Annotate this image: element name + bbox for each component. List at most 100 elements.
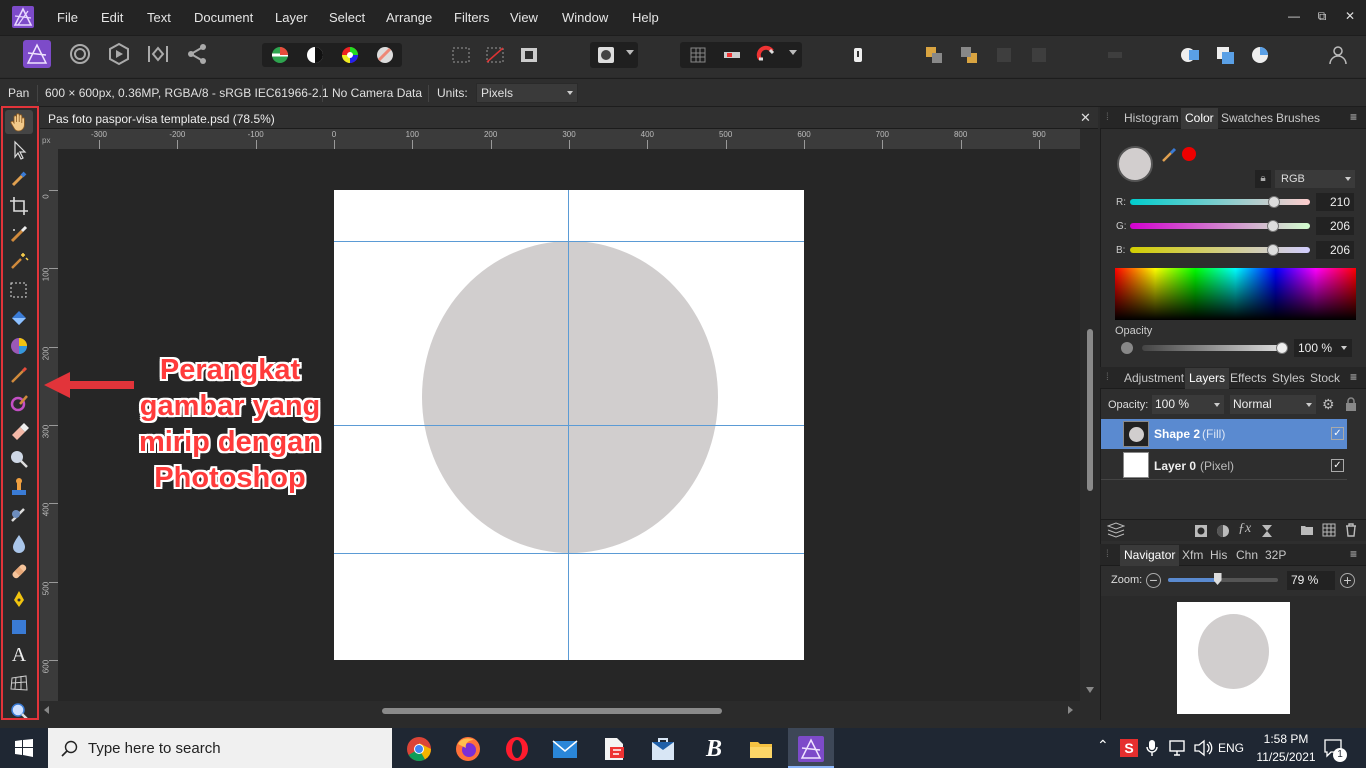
- tab-brushes[interactable]: Brushes: [1276, 111, 1320, 125]
- zoom-in-icon[interactable]: +: [1340, 573, 1355, 588]
- minimize-button[interactable]: —: [1280, 0, 1308, 35]
- file-explorer-icon[interactable]: [748, 736, 774, 762]
- tab-channels[interactable]: Chn: [1236, 548, 1258, 562]
- b-app-icon[interactable]: B: [701, 736, 727, 762]
- layer-row-layer-0[interactable]: Layer 0 (Pixel) ✓: [1101, 450, 1347, 480]
- color-spectrum[interactable]: [1115, 268, 1356, 320]
- guide-horizontal[interactable]: [334, 241, 804, 242]
- microphone-icon[interactable]: [1146, 739, 1158, 757]
- affinity-photo-taskbar-icon[interactable]: [798, 736, 824, 762]
- quick-mask-icon[interactable]: [596, 45, 616, 65]
- hsl-icon[interactable]: [340, 45, 360, 65]
- fx-icon[interactable]: ƒx: [1238, 521, 1251, 537]
- layer-visibility-checkbox[interactable]: ✓: [1331, 459, 1344, 472]
- tone-mapping-persona-icon[interactable]: [146, 42, 170, 66]
- zoom-slider[interactable]: [1168, 578, 1278, 582]
- tab-adjustment[interactable]: Adjustment: [1124, 371, 1184, 385]
- panel-menu-icon[interactable]: ≡: [1350, 547, 1357, 561]
- close-document-icon[interactable]: ✕: [1080, 110, 1091, 126]
- tab-history[interactable]: His: [1210, 548, 1227, 562]
- guide-vertical[interactable]: [568, 190, 569, 660]
- grip-icon[interactable]: ⁞: [1106, 112, 1109, 123]
- taskbar-search[interactable]: Type here to search: [48, 728, 392, 768]
- chrome-icon[interactable]: [406, 736, 432, 762]
- develop-persona-icon[interactable]: [107, 42, 131, 66]
- show-hidden-icons-icon[interactable]: ⌃: [1097, 737, 1111, 757]
- lock-icon[interactable]: 🔒︎: [1255, 170, 1271, 188]
- snapping-magnet-icon[interactable]: [756, 45, 778, 65]
- gear-icon[interactable]: ⚙: [1322, 396, 1335, 413]
- tab-histogram[interactable]: Histogram: [1124, 111, 1179, 125]
- export-persona-icon[interactable]: [185, 42, 209, 66]
- scroll-left-icon[interactable]: [44, 706, 49, 714]
- menu-view[interactable]: View: [510, 0, 538, 35]
- opacity-slider-knob[interactable]: [1276, 342, 1288, 354]
- photo-persona-icon[interactable]: [23, 40, 51, 68]
- green-value[interactable]: 206: [1316, 217, 1354, 235]
- clock-date[interactable]: 11/25/2021: [1250, 750, 1322, 764]
- deselect-icon[interactable]: [484, 44, 506, 66]
- blend-mode-select[interactable]: Normal: [1230, 395, 1316, 414]
- grip-icon[interactable]: ⁞: [1106, 372, 1109, 383]
- menu-arrange[interactable]: Arrange: [386, 0, 432, 35]
- close-app-button[interactable]: ✕: [1336, 0, 1364, 35]
- opacity-slider[interactable]: [1142, 345, 1282, 351]
- tab-stock[interactable]: Stock: [1310, 371, 1340, 385]
- opera-icon[interactable]: [504, 736, 530, 762]
- units-select[interactable]: Pixels: [476, 83, 578, 103]
- document-tab[interactable]: Pas foto paspor-visa template.psd (78.5%…: [40, 107, 1098, 129]
- new-pixel-layer-icon[interactable]: [1322, 523, 1336, 537]
- grid-icon[interactable]: [688, 45, 708, 65]
- boolean-intersect-icon[interactable]: [1249, 44, 1271, 66]
- assistant-icon[interactable]: [848, 44, 868, 66]
- snapping-dropdown-icon[interactable]: [789, 50, 797, 55]
- scroll-right-icon[interactable]: [1068, 706, 1073, 714]
- layer-visibility-checkbox[interactable]: ✓: [1331, 427, 1344, 440]
- vertical-scroll-thumb[interactable]: [1087, 329, 1093, 491]
- tray-app-s-icon[interactable]: S: [1120, 739, 1138, 757]
- primary-color-swatch[interactable]: [1117, 146, 1153, 182]
- blue-slider-knob[interactable]: [1267, 244, 1279, 256]
- liquify-persona-icon[interactable]: [68, 42, 92, 66]
- scroll-down-icon[interactable]: [1086, 687, 1094, 693]
- menu-help[interactable]: Help: [632, 0, 659, 35]
- tab-styles[interactable]: Styles: [1272, 371, 1305, 385]
- arrange-forward-icon[interactable]: [958, 44, 980, 66]
- red-value[interactable]: 210: [1316, 193, 1354, 211]
- green-slider[interactable]: [1130, 223, 1310, 229]
- tab-color[interactable]: Color: [1181, 108, 1218, 129]
- menu-document[interactable]: Document: [194, 0, 253, 35]
- language-indicator[interactable]: ENG: [1218, 741, 1244, 755]
- menu-filters[interactable]: Filters: [454, 0, 489, 35]
- menu-select[interactable]: Select: [329, 0, 365, 35]
- layer-row-shape-2[interactable]: Shape 2 (Fill) ✓: [1101, 419, 1347, 449]
- store-icon[interactable]: [650, 736, 676, 762]
- volume-icon[interactable]: [1193, 739, 1213, 757]
- black-white-icon[interactable]: [305, 45, 325, 65]
- adjustment-layer-icon[interactable]: [1216, 524, 1230, 538]
- green-slider-knob[interactable]: [1267, 220, 1279, 232]
- marquee-icon[interactable]: [450, 44, 472, 66]
- shape-circle[interactable]: [422, 241, 718, 553]
- layers-stack-icon[interactable]: [1107, 522, 1125, 538]
- zoom-out-icon[interactable]: −: [1146, 573, 1161, 588]
- tab-swatches[interactable]: Swatches: [1221, 111, 1273, 125]
- panel-menu-icon[interactable]: ≡: [1350, 110, 1357, 124]
- sampled-color-swatch[interactable]: [1182, 147, 1196, 161]
- menu-file[interactable]: File: [57, 0, 78, 35]
- guide-horizontal[interactable]: [334, 425, 804, 426]
- pdf-reader-icon[interactable]: [601, 736, 627, 762]
- menu-layer[interactable]: Layer: [275, 0, 308, 35]
- new-group-icon[interactable]: [1300, 524, 1314, 536]
- red-slider-knob[interactable]: [1268, 196, 1280, 208]
- boolean-add-icon[interactable]: [1179, 44, 1201, 66]
- tab-effects[interactable]: Effects: [1230, 371, 1266, 385]
- layer-opacity-select[interactable]: 100 %: [1152, 395, 1224, 414]
- tab-transform[interactable]: Xfm: [1182, 548, 1203, 562]
- windows-start-icon[interactable]: [14, 738, 34, 758]
- boolean-subtract-icon[interactable]: [1214, 44, 1236, 66]
- affinity-photo-logo[interactable]: [12, 6, 34, 28]
- tab-layers[interactable]: Layers: [1185, 368, 1230, 389]
- horizontal-scrollbar[interactable]: [40, 701, 1080, 720]
- mask-dropdown-icon[interactable]: [626, 50, 634, 55]
